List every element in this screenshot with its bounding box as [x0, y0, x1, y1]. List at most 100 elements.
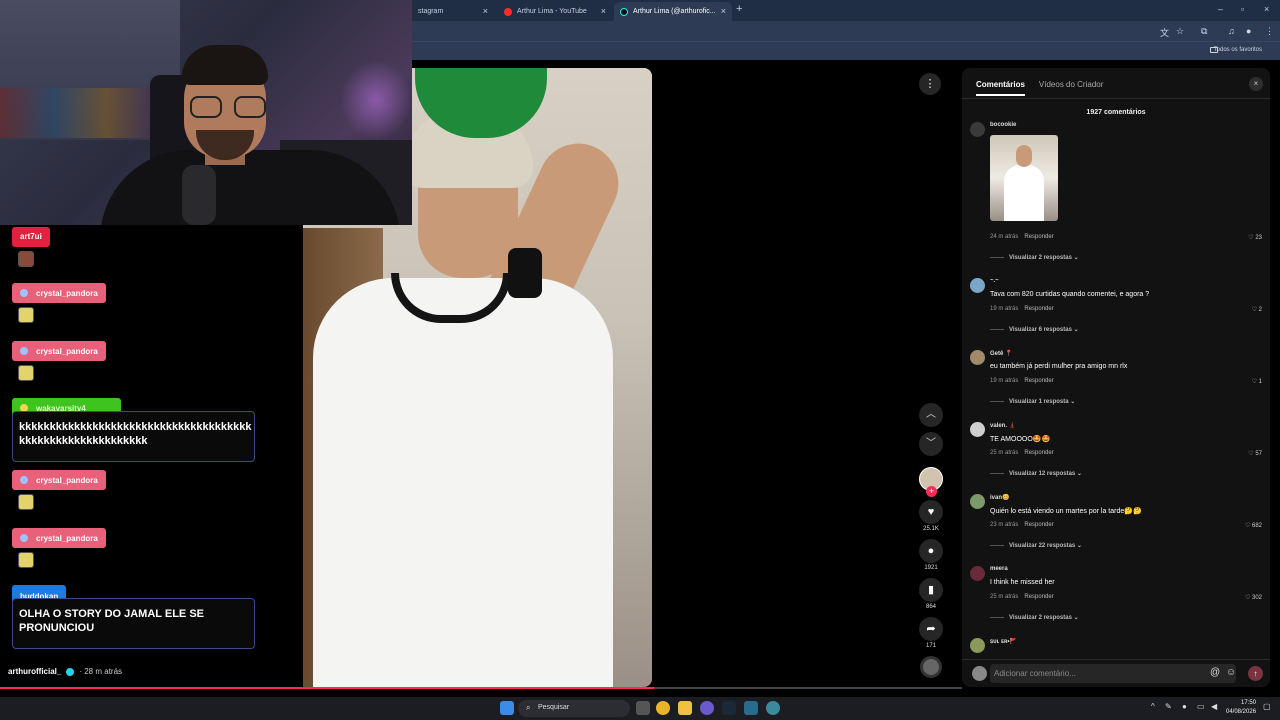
discord-icon[interactable]	[700, 701, 714, 715]
app-icon[interactable]	[766, 701, 780, 715]
tab-tiktok[interactable]: Arthur Lima (@arthurofic... ×	[614, 2, 732, 21]
menu-icon[interactable]: ⋮	[1265, 26, 1274, 37]
avatar[interactable]	[970, 638, 985, 653]
like-action[interactable]: ♥ 25.1K	[919, 500, 943, 534]
reply-button[interactable]: Responder	[1024, 450, 1053, 456]
maximize-icon[interactable]: ▫	[1241, 4, 1244, 14]
add-comment-bar: @ ☺ ↑	[962, 659, 1270, 687]
mention-icon[interactable]: @	[1210, 667, 1220, 678]
start-icon[interactable]	[500, 701, 514, 715]
close-panel-button[interactable]: ×	[1249, 77, 1263, 91]
avatar[interactable]	[970, 350, 985, 365]
comment-username[interactable]: bocookie	[990, 122, 1016, 128]
emoji-icon[interactable]: ☺	[1226, 667, 1236, 678]
chrome-icon[interactable]	[656, 701, 670, 715]
chat-username-badge: crystal_pandora	[12, 283, 106, 303]
heart-icon[interactable]: ♥	[919, 500, 943, 524]
comment-username[interactable]: Getê 📍	[990, 350, 1012, 357]
follow-plus-icon[interactable]: +	[926, 486, 937, 497]
steam-icon[interactable]	[722, 701, 736, 715]
avatar[interactable]	[970, 422, 985, 437]
comment-count: 1921	[924, 565, 938, 571]
taskbar-clock[interactable]: 17:50 04/08/2026	[1226, 699, 1256, 717]
more-options-button[interactable]: ⋮	[919, 73, 941, 95]
reply-button[interactable]: Responder	[1024, 234, 1053, 240]
comment-username[interactable]: valen. 🗼	[990, 422, 1016, 429]
view-replies-button[interactable]: Visualizar 2 respostas ⌄	[990, 254, 1079, 261]
obs-icon[interactable]	[744, 701, 758, 715]
volume-icon[interactable]: ◀	[1211, 702, 1217, 711]
comment-icon[interactable]: ●	[919, 539, 943, 563]
comment-like[interactable]: ♡ 1	[1252, 378, 1262, 385]
extensions-icon[interactable]: ⧉	[1201, 26, 1207, 37]
next-video-button[interactable]: ﹀	[919, 432, 943, 456]
send-button[interactable]: ↑	[1248, 666, 1263, 681]
view-replies-label: Visualizar 6 respostas ⌄	[1009, 327, 1079, 333]
bookmark-icon[interactable]: ▮	[919, 578, 943, 602]
tray-chevron-icon[interactable]: ^	[1151, 702, 1155, 711]
streamer-body	[100, 150, 400, 225]
tab-close-icon[interactable]: ×	[483, 6, 488, 16]
comment-like[interactable]: ♡ 682	[1245, 522, 1262, 529]
previous-video-button[interactable]: ︿	[919, 403, 943, 427]
video-shirt	[313, 278, 613, 687]
share-icon[interactable]: ➦	[919, 617, 943, 641]
avatar[interactable]	[970, 278, 985, 293]
tab-close-icon[interactable]: ×	[601, 6, 606, 16]
file-explorer-icon[interactable]	[678, 701, 692, 715]
avatar[interactable]	[970, 494, 985, 509]
window-close-icon[interactable]: ×	[1264, 4, 1269, 14]
tab-creator-videos[interactable]: Vídeos do Criador	[1039, 80, 1103, 96]
comment-image[interactable]	[990, 135, 1058, 221]
minimize-icon[interactable]: –	[1218, 4, 1223, 14]
music-disc-icon[interactable]	[920, 656, 942, 678]
avatar[interactable]	[970, 122, 985, 137]
pen-icon[interactable]: ✎	[1165, 702, 1172, 711]
comment-like[interactable]: ♡ 57	[1248, 450, 1262, 457]
avatar[interactable]	[970, 566, 985, 581]
comment-username[interactable]: ivan😊	[990, 494, 1009, 501]
comment-item: bocookie 24 m atrás Responder ♡ 23 Visual…	[970, 122, 1262, 262]
profile-icon[interactable]: ●	[1246, 26, 1251, 36]
reply-button[interactable]: Responder	[1024, 594, 1053, 600]
microphone	[182, 165, 216, 225]
notification-icon[interactable]: ▢	[1263, 702, 1271, 711]
reply-button[interactable]: Responder	[1024, 378, 1053, 384]
tab-youtube[interactable]: Arthur Lima - YouTube ×	[498, 2, 612, 21]
comment-like[interactable]: ♡ 2	[1252, 306, 1262, 313]
star-icon[interactable]: ☆	[1176, 26, 1184, 37]
comment-like[interactable]: ♡ 302	[1245, 594, 1262, 601]
view-replies-button[interactable]: Visualizar 6 respostas ⌄	[990, 326, 1079, 333]
view-replies-button[interactable]: Visualizar 12 respostas ⌄	[990, 470, 1082, 477]
task-view-icon[interactable]	[636, 701, 650, 715]
comment-action[interactable]: ● 1921	[919, 539, 943, 573]
comment-username[interactable]: ~.~	[990, 278, 999, 284]
reply-button[interactable]: Responder	[1024, 522, 1053, 528]
translate-icon[interactable]: 文	[1160, 26, 1169, 39]
display-icon[interactable]: ▭	[1197, 702, 1205, 711]
creator-name[interactable]: arthurofficial_	[8, 667, 61, 676]
all-bookmarks-label[interactable]: Todos os favoritos	[1214, 47, 1262, 53]
tab-comments[interactable]: Comentários	[976, 80, 1025, 96]
media-icon[interactable]: ♫	[1228, 26, 1235, 36]
new-tab-icon[interactable]: +	[736, 3, 742, 15]
comment-username[interactable]: meera	[990, 566, 1008, 572]
comment-input[interactable]	[990, 664, 1236, 683]
view-replies-button[interactable]: Visualizar 2 respostas ⌄	[990, 614, 1079, 621]
like-count: 682	[1251, 523, 1262, 529]
tab-instagram[interactable]: stagram ×	[412, 2, 494, 21]
view-replies-button[interactable]: Visualizar 22 respostas ⌄	[990, 542, 1082, 549]
chat-username: crystal_pandora	[36, 475, 98, 485]
view-replies-button[interactable]: Visualizar 1 resposta ⌄	[990, 398, 1075, 405]
reply-button[interactable]: Responder	[1024, 306, 1053, 312]
save-action[interactable]: ▮ 864	[919, 578, 943, 612]
comment-username[interactable]: ꜱᴜʟ ᴇʀ•🚩	[990, 638, 1017, 645]
share-action[interactable]: ➦ 171	[919, 617, 943, 651]
mic-icon[interactable]: ●	[1182, 702, 1187, 711]
chat-text: OLHA O STORY DO JAMAL ELE SE PRONUNCIOU	[19, 608, 204, 634]
tab-close-icon[interactable]: ×	[721, 6, 726, 16]
taskbar-search[interactable]: ⌕ Pesquisar	[518, 700, 630, 717]
comment-like[interactable]: ♡ 23	[1248, 234, 1262, 241]
view-replies-label: Visualizar 12 respostas ⌄	[1009, 471, 1082, 477]
search-label: Pesquisar	[538, 704, 570, 711]
